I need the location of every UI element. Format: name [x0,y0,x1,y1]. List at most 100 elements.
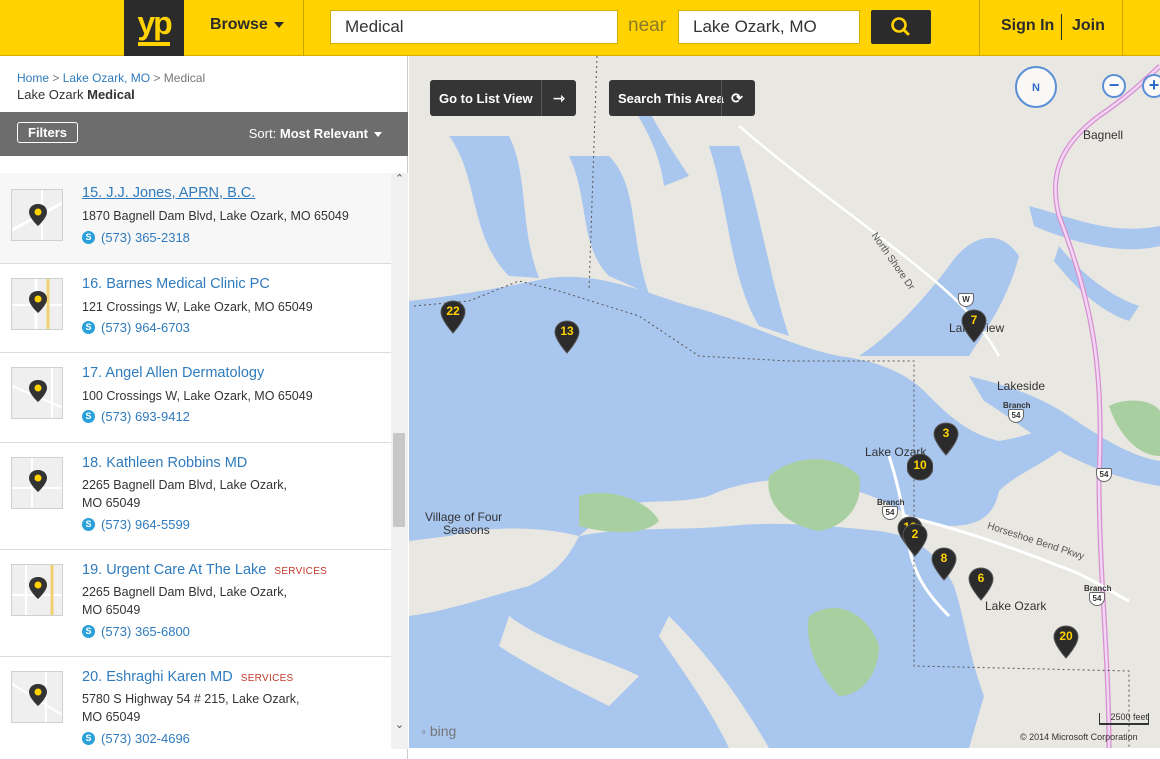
result-address: 100 Crossings W, Lake Ozark, MO 65049 [82,389,313,403]
result-phone[interactable]: S (573) 964-5599 [82,517,190,532]
map-thumbnail[interactable] [11,367,63,419]
phone-number: (573) 964-6703 [101,320,190,335]
result-item[interactable]: 16. Barnes Medical Clinic PC 121 Crossin… [0,264,391,353]
map-pin-icon [12,565,62,615]
breadcrumb-separator: > [52,71,60,85]
result-item[interactable]: 18. Kathleen Robbins MD 2265 Bagnell Dam… [0,443,391,550]
search-what-input[interactable] [330,10,618,44]
search-button[interactable] [871,10,931,44]
map-pin-7[interactable]: 7 [961,309,987,343]
pin-number: 2 [911,527,919,541]
compass-icon[interactable]: N [1015,66,1057,108]
map-pin-22[interactable]: 22 [440,300,466,334]
place-label: Seasons [443,523,490,537]
address-line: 2265 Bagnell Dam Blvd, Lake Ozark, [82,585,287,599]
breadcrumb-category: Medical [163,71,206,85]
sort-dropdown[interactable]: Sort: Most Relevant [249,126,382,141]
search-area-label: Search This Area [618,91,724,106]
result-name: Kathleen Robbins MD [106,455,248,471]
search-where-input[interactable] [678,10,860,44]
button-separator [541,80,542,116]
search-this-area-button[interactable]: Search This Area ⟳ [609,80,755,116]
result-phone[interactable]: S (573) 365-2318 [82,230,190,245]
address-line: 2265 Bagnell Dam Blvd, Lake Ozark, [82,478,287,492]
zoom-in-button[interactable]: + [1142,74,1160,98]
result-title-link[interactable]: 15. J.J. Jones, APRN, B.C. [82,185,255,201]
go-to-list-view-button[interactable]: Go to List View ⇾ [430,80,576,116]
filters-button[interactable]: Filters [17,122,79,143]
map-pin-icon [12,190,62,240]
map-pin-10[interactable]: 10 [907,454,933,488]
breadcrumb-home[interactable]: Home [17,71,49,85]
breadcrumb-separator: > [153,71,161,85]
result-item[interactable]: 20. Eshraghi Karen MD SERVICES 5780 S Hig… [0,657,391,749]
yp-logo[interactable]: yp [124,0,184,58]
sort-value: Most Relevant [279,126,368,141]
sign-in-link[interactable]: Sign In [1001,17,1054,35]
list-view-label: Go to List View [439,91,533,106]
pin-number: 8 [940,551,948,565]
pin-number: 3 [942,426,950,440]
browse-menu[interactable]: Browse [210,16,284,34]
map-pin-3[interactable]: 3 [933,422,959,456]
map-thumbnail[interactable] [11,457,63,509]
result-name: Eshraghi Karen MD [106,669,233,685]
skype-icon: S [82,410,95,424]
scroll-down-arrow-icon[interactable]: ⌄ [393,719,406,732]
zoom-out-button[interactable]: − [1102,74,1126,98]
result-phone[interactable]: S (573) 964-6703 [82,320,190,335]
page-title-city: Lake Ozark [17,87,84,102]
pin-number: 7 [970,313,978,327]
map-pin-8[interactable]: 8 [931,547,957,581]
skype-icon: S [82,518,95,532]
address-line: MO 65049 [82,496,141,510]
services-badge: SERVICES [274,566,328,577]
map-pin-icon [12,458,62,508]
map-thumbnail[interactable] [11,564,63,616]
result-title-link[interactable]: 19. Urgent Care At The Lake SERVICES [82,562,327,578]
result-name: Urgent Care At The Lake [106,562,267,578]
results-scrollbar[interactable]: ⌃ ⌄ [391,173,408,749]
results-list: 15. J.J. Jones, APRN, B.C. 1870 Bagnell … [0,173,391,749]
pin-number: 6 [977,571,985,585]
result-phone[interactable]: S (573) 302-4696 [82,731,190,746]
phone-number: (573) 365-2318 [101,230,190,245]
result-phone[interactable]: S (573) 693-9412 [82,409,190,424]
result-item[interactable]: 17. Angel Allen Dermatology 100 Crossing… [0,353,391,443]
bing-logo[interactable]: ◦ bing [421,723,456,739]
result-title-link[interactable]: 18. Kathleen Robbins MD [82,455,247,471]
breadcrumb-city[interactable]: Lake Ozark, MO [63,71,150,85]
place-label: Lakeside [997,379,1046,393]
phone-number: (573) 302-4696 [101,731,190,746]
page-title: Lake Ozark Medical [17,87,135,102]
header-link-separator [1061,14,1062,40]
map-pin-13[interactable]: 13 [554,320,580,354]
result-item[interactable]: 15. J.J. Jones, APRN, B.C. 1870 Bagnell … [0,173,391,264]
map-scale: 2500 feet [1099,713,1149,725]
map-pin-20[interactable]: 20 [1053,625,1079,659]
result-title-link[interactable]: 20. Eshraghi Karen MD SERVICES [82,669,294,685]
map-copyright: © 2014 Microsoft Corporation [1020,732,1138,742]
result-address: 1870 Bagnell Dam Blvd, Lake Ozark, MO 65… [82,209,349,223]
breadcrumb: Home > Lake Ozark, MO > Medical [17,71,205,85]
map-pin-icon [12,672,62,722]
result-item[interactable]: 19. Urgent Care At The Lake SERVICES 2265… [0,550,391,657]
result-title-link[interactable]: 16. Barnes Medical Clinic PC [82,276,270,292]
result-phone[interactable]: S (573) 365-6800 [82,624,190,639]
list-view-arrow-icon: ⇾ [553,90,565,106]
caret-down-icon [273,21,284,28]
map-thumbnail[interactable] [11,189,63,241]
map-view[interactable]: Bagnell Lake View Lakeside Lake Ozark La… [409,56,1160,748]
map-thumbnail[interactable] [11,671,63,723]
map-pin-2[interactable]: 2 [902,523,928,557]
map-thumbnail[interactable] [11,278,63,330]
map-pin-icon [12,368,62,418]
filter-bar: Filters Sort: Most Relevant [0,112,408,156]
logo-text: yp [137,5,172,41]
map-pin-6[interactable]: 6 [968,567,994,601]
result-number: 18. [82,455,103,471]
join-link[interactable]: Join [1072,17,1105,35]
scroll-up-arrow-icon[interactable]: ⌃ [393,173,406,186]
scrollbar-thumb[interactable] [393,433,405,527]
result-title-link[interactable]: 17. Angel Allen Dermatology [82,365,264,381]
